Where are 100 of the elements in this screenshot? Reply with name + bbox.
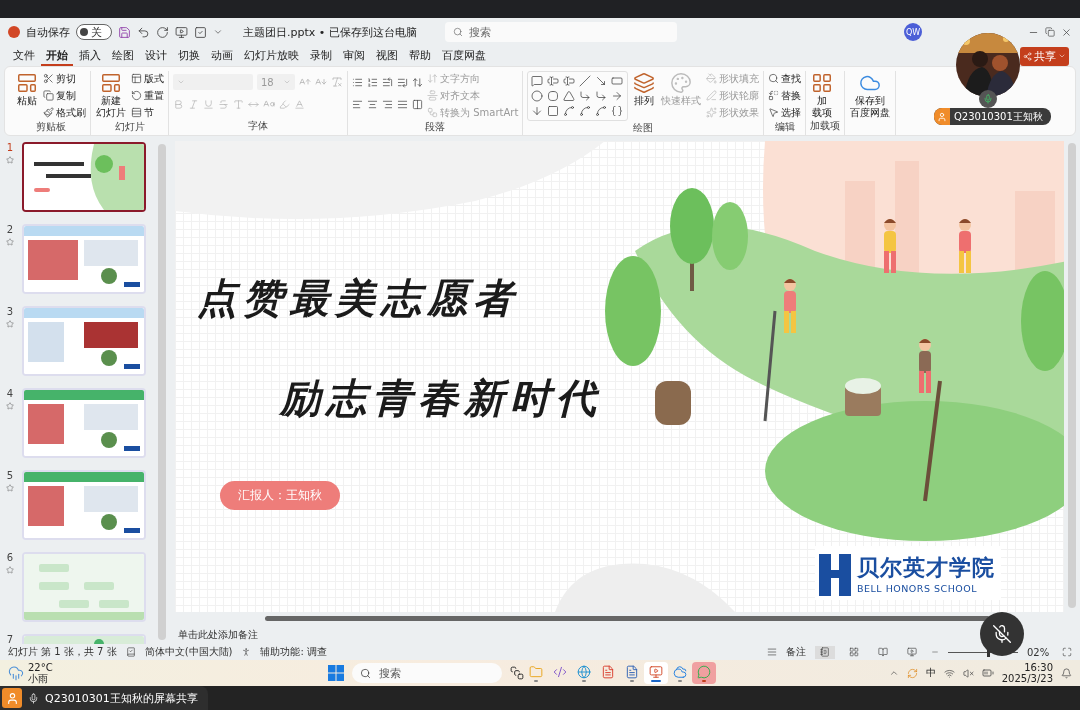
menu-tab[interactable]: 幻灯片放映 bbox=[239, 46, 304, 66]
presenter-label: 汇报人：王知秋 bbox=[220, 481, 340, 510]
quick-styles-icon bbox=[670, 72, 693, 94]
arrange-icon bbox=[633, 72, 656, 94]
ribbon-button[interactable]: 剪切 bbox=[43, 71, 86, 86]
brace-icon[interactable] bbox=[611, 105, 624, 117]
taskbar-app[interactable] bbox=[644, 662, 668, 684]
add-ins-icon bbox=[811, 72, 834, 94]
menu-tab[interactable]: 绘图 bbox=[107, 46, 139, 66]
freeform-icon[interactable] bbox=[547, 105, 560, 117]
increase-indent-icon bbox=[397, 76, 408, 88]
menu-tab[interactable]: 动画 bbox=[206, 46, 238, 66]
menu-tab[interactable]: 帮助 bbox=[404, 46, 436, 66]
connector-icon[interactable] bbox=[595, 90, 608, 102]
accessibility-status[interactable]: 辅助功能: 调查 bbox=[260, 645, 327, 659]
file-title[interactable]: 主题团日.pptx • 已保存到这台电脑 bbox=[243, 24, 417, 40]
ribbon-button[interactable]: 选择 bbox=[768, 105, 802, 120]
shrink-font-icon bbox=[315, 76, 327, 88]
ribbon-button[interactable]: 保存到 百度网盘 bbox=[849, 71, 892, 119]
mic-off-icon bbox=[992, 624, 1012, 644]
start-icon[interactable] bbox=[328, 665, 344, 681]
input-method[interactable]: 中 bbox=[925, 666, 936, 680]
rectangle-icon[interactable] bbox=[611, 75, 624, 87]
ribbon-button[interactable]: 加 载项 bbox=[810, 71, 835, 119]
temperature: 22°C bbox=[28, 662, 53, 673]
triangle-icon[interactable] bbox=[563, 90, 576, 102]
menu-tab[interactable]: 审阅 bbox=[338, 46, 370, 66]
shapes-gallery[interactable] bbox=[527, 71, 629, 121]
mic-icon bbox=[983, 94, 993, 104]
menu-tab[interactable]: 文件 bbox=[8, 46, 40, 66]
close-icon bbox=[1061, 26, 1072, 38]
callout-icon[interactable] bbox=[531, 75, 544, 87]
caret-icon bbox=[1058, 52, 1066, 60]
down-arrow-icon[interactable] bbox=[531, 105, 544, 117]
new-slide-icon bbox=[100, 72, 122, 94]
scrollbar[interactable] bbox=[158, 144, 166, 640]
taskbar-search[interactable]: 搜索 bbox=[352, 663, 502, 683]
arc-icon[interactable] bbox=[595, 105, 608, 117]
font-name-field[interactable] bbox=[173, 74, 253, 90]
ribbon-button[interactable]: 替换 bbox=[768, 88, 802, 103]
mute-button[interactable] bbox=[980, 612, 1024, 656]
ribbon-button[interactable]: 节 bbox=[131, 105, 164, 120]
curve-icon[interactable] bbox=[579, 105, 592, 117]
layout-icon bbox=[131, 73, 142, 84]
arrow-line-icon[interactable] bbox=[595, 75, 608, 87]
text-box-icon[interactable] bbox=[547, 75, 560, 87]
section-icon bbox=[131, 107, 142, 118]
slide-number: 5 bbox=[6, 470, 14, 481]
scribble-icon[interactable] bbox=[563, 105, 576, 117]
scrollbar[interactable] bbox=[1068, 143, 1076, 608]
autosave-toggle[interactable]: 关 bbox=[76, 24, 112, 40]
connector-icon[interactable] bbox=[579, 90, 592, 102]
slide-number: 7 bbox=[6, 634, 14, 644]
line-icon[interactable] bbox=[579, 75, 592, 87]
dropdown-icon bbox=[177, 78, 185, 86]
highlighter-icon bbox=[279, 98, 290, 110]
normal-view-icon bbox=[820, 647, 830, 657]
align-right-icon bbox=[382, 98, 393, 110]
line-spacing-icon bbox=[412, 76, 423, 88]
search-field[interactable]: 搜索 bbox=[444, 22, 677, 42]
menu-tab[interactable]: 设计 bbox=[140, 46, 172, 66]
clock[interactable]: 16:30 2025/3/23 bbox=[1001, 662, 1053, 684]
paste-icon bbox=[16, 72, 38, 94]
menu-tab[interactable]: 视图 bbox=[371, 46, 403, 66]
ribbon-button[interactable]: 查找 bbox=[768, 71, 802, 86]
ribbon-button[interactable]: 复制 bbox=[43, 88, 86, 103]
fit-slide-icon bbox=[1062, 647, 1072, 657]
sync-icon bbox=[906, 667, 918, 679]
group-title: 剪贴板 bbox=[34, 120, 67, 134]
ribbon-button[interactable]: 新建 幻灯片 bbox=[95, 71, 127, 119]
folder-icon bbox=[529, 664, 543, 679]
ribbon-button[interactable]: 粘贴 bbox=[15, 71, 39, 108]
menu-tab[interactable]: 切换 bbox=[173, 46, 205, 66]
ribbon-button[interactable]: 排列 bbox=[632, 71, 657, 108]
change-case-icon bbox=[263, 98, 275, 110]
notes-toggle[interactable]: 备注 bbox=[786, 645, 806, 659]
ribbon-button[interactable]: 版式 bbox=[131, 71, 164, 86]
redo-icon bbox=[156, 25, 169, 39]
search-icon bbox=[360, 667, 371, 679]
smartart-icon bbox=[427, 107, 438, 118]
ribbon-button[interactable]: 格式刷 bbox=[43, 105, 86, 120]
scrollbar[interactable] bbox=[265, 615, 990, 621]
menu-tab[interactable]: 插入 bbox=[74, 46, 106, 66]
font-color-icon bbox=[294, 98, 305, 110]
account-avatar[interactable]: QW bbox=[904, 23, 922, 41]
ribbon-button[interactable]: 重置 bbox=[131, 88, 164, 103]
text-box-icon[interactable] bbox=[563, 75, 576, 87]
view-button[interactable] bbox=[815, 645, 835, 659]
oval-icon[interactable] bbox=[531, 90, 544, 102]
slide-number: 1 bbox=[6, 142, 14, 153]
notes-field[interactable]: 单击此处添加备注 bbox=[170, 624, 1080, 644]
slide-title: 点赞最美志愿者 bbox=[197, 273, 519, 323]
menu-tab[interactable]: 百度网盘 bbox=[437, 46, 491, 66]
slide-subtitle: 励志青春新时代 bbox=[280, 373, 602, 423]
save-icon bbox=[118, 25, 131, 39]
menu-tab[interactable]: 录制 bbox=[305, 46, 337, 66]
language-label[interactable]: 简体中文(中国大陆) bbox=[144, 645, 233, 659]
text-shadow-icon bbox=[233, 98, 244, 110]
share-button[interactable]: 共享 bbox=[1020, 46, 1069, 66]
school-name-english: BELL HONORS SCHOOL bbox=[857, 582, 979, 594]
